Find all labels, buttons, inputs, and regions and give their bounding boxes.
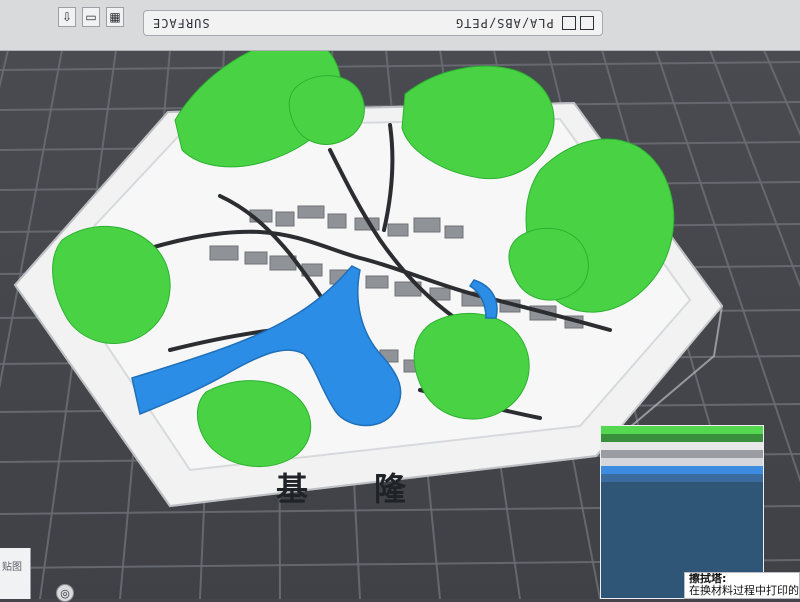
legend-band [601, 474, 763, 482]
qr-icon [562, 16, 576, 30]
legend-band [601, 442, 763, 450]
legend-band [601, 458, 763, 466]
left-bottom-panel[interactable]: 贴图 [0, 548, 31, 599]
label-char-1: 基 [276, 470, 308, 508]
tooltip: 擦拭塔: 在换材料过程中打印的立方体 [684, 572, 800, 599]
view-buttons: ⇩ ▭ ▦ [58, 6, 124, 28]
square-icon [580, 16, 594, 30]
build-plate-label: SURFACE PLA/ABS/PETG [143, 10, 603, 36]
left-bottom-text: 贴图 [2, 562, 22, 573]
plate-mini-icons [562, 16, 594, 30]
legend-band [601, 426, 763, 434]
plate-material-text: PLA/ABS/PETG [455, 16, 554, 30]
legend-band [601, 434, 763, 442]
monitor-icon[interactable]: ▭ [82, 7, 100, 27]
plate-surface-text: SURFACE [152, 16, 210, 30]
legend-band [601, 466, 763, 474]
label-char-2: 隆 [374, 470, 407, 508]
3d-viewport[interactable]: 基 隆 ⇩ ▭ ▦ SURFACE PLA/ABS/PETG 擦拭塔: 在换材料… [0, 0, 800, 602]
tooltip-line-1: 在换材料过程中打印的立方体 [689, 584, 799, 597]
grid-icon[interactable]: ▦ [106, 7, 124, 27]
camera-icon[interactable]: ◎ [56, 584, 74, 602]
download-icon[interactable]: ⇩ [58, 7, 76, 27]
legend-band [601, 450, 763, 458]
top-toolbar: ⇩ ▭ ▦ SURFACE PLA/ABS/PETG [0, 0, 800, 51]
